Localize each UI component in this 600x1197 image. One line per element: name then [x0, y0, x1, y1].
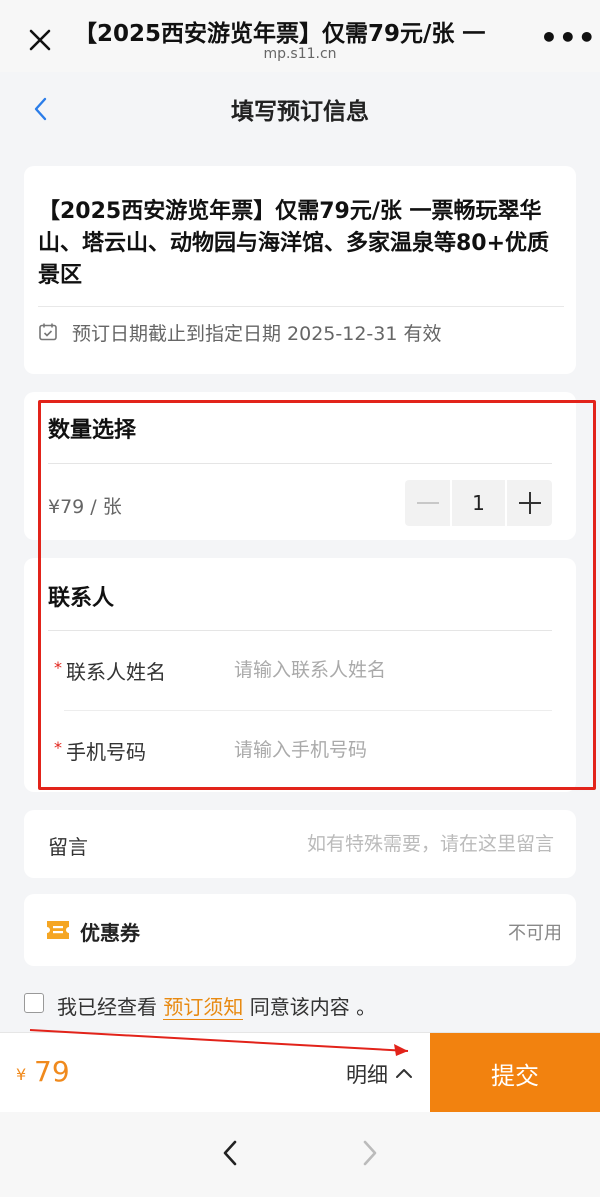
page-header: 填写预订信息	[0, 72, 600, 146]
coupon-status: 不可用	[508, 923, 562, 944]
divider	[64, 710, 552, 711]
coupon-card[interactable]: 优惠券 不可用	[24, 894, 576, 966]
phone-label: 手机号码	[66, 740, 146, 764]
phone-row: * 手机号码	[54, 732, 552, 772]
agreement-text: 我已经查看 预订须知 同意该内容 。	[57, 991, 376, 1020]
message-input[interactable]	[204, 826, 554, 862]
required-mark: *	[54, 738, 62, 757]
browser-domain: mp.s11.cn	[263, 46, 337, 62]
contact-card: 联系人 * 联系人姓名 * 手机号码	[24, 558, 576, 792]
plus-button[interactable]	[506, 480, 552, 526]
nav-forward-icon[interactable]	[356, 1136, 384, 1170]
required-mark: *	[54, 658, 62, 677]
validity-text: 预订日期截止到指定日期 2025-12-31 有效	[72, 323, 442, 345]
submit-button[interactable]: 提交	[430, 1033, 600, 1113]
chevron-up-icon	[395, 1069, 412, 1078]
total-amount: 79	[34, 1055, 70, 1088]
browser-title: 【2025西安游览年票】仅需79元/张 一	[74, 21, 486, 47]
divider	[48, 463, 552, 464]
unit-price: ¥79 / 张	[48, 496, 122, 518]
message-label: 留言	[48, 835, 88, 859]
bottom-bar: ¥ 79 明细 提交	[0, 1032, 600, 1113]
calendar-icon	[39, 323, 57, 341]
minus-button[interactable]	[405, 480, 451, 526]
quantity-card: 数量选择 ¥79 / 张 1	[24, 392, 576, 540]
browser-bar: 【2025西安游览年票】仅需79元/张 一 mp.s11.cn •••	[0, 0, 600, 72]
coupon-label: 优惠券	[80, 921, 140, 945]
details-label: 明细	[346, 1063, 388, 1087]
coupon-icon	[47, 921, 69, 939]
product-title: 【2025西安游览年票】仅需79元/张 一票畅玩翠华山、塔云山、动物园与海洋馆、…	[38, 199, 550, 288]
contact-name-row: * 联系人姓名	[54, 652, 552, 692]
product-card: 【2025西安游览年票】仅需79元/张 一票畅玩翠华山、塔云山、动物园与海洋馆、…	[24, 166, 576, 374]
contact-name-input[interactable]	[234, 652, 534, 688]
agreement-checkbox[interactable]	[24, 993, 44, 1013]
browser-nav	[0, 1112, 600, 1197]
divider	[38, 306, 564, 307]
page-title: 填写预订信息	[231, 99, 369, 125]
nav-back-icon[interactable]	[216, 1136, 244, 1170]
total-currency: ¥	[16, 1065, 27, 1084]
agreement-suffix: 同意该内容 。	[249, 995, 377, 1019]
agreement-prefix: 我已经查看	[57, 995, 157, 1019]
message-card: 留言	[24, 810, 576, 878]
quantity-heading: 数量选择	[48, 418, 137, 443]
booking-notice-link[interactable]: 预订须知	[163, 995, 244, 1020]
quantity-stepper: 1	[405, 480, 552, 526]
contact-name-label: 联系人姓名	[66, 660, 166, 684]
more-icon[interactable]: •••	[540, 24, 597, 52]
phone-input[interactable]	[234, 732, 534, 768]
contact-heading: 联系人	[48, 586, 115, 611]
details-button[interactable]: 明细	[346, 1059, 413, 1089]
divider	[48, 630, 552, 631]
minus-icon	[417, 502, 439, 504]
quantity-value[interactable]: 1	[452, 480, 505, 526]
